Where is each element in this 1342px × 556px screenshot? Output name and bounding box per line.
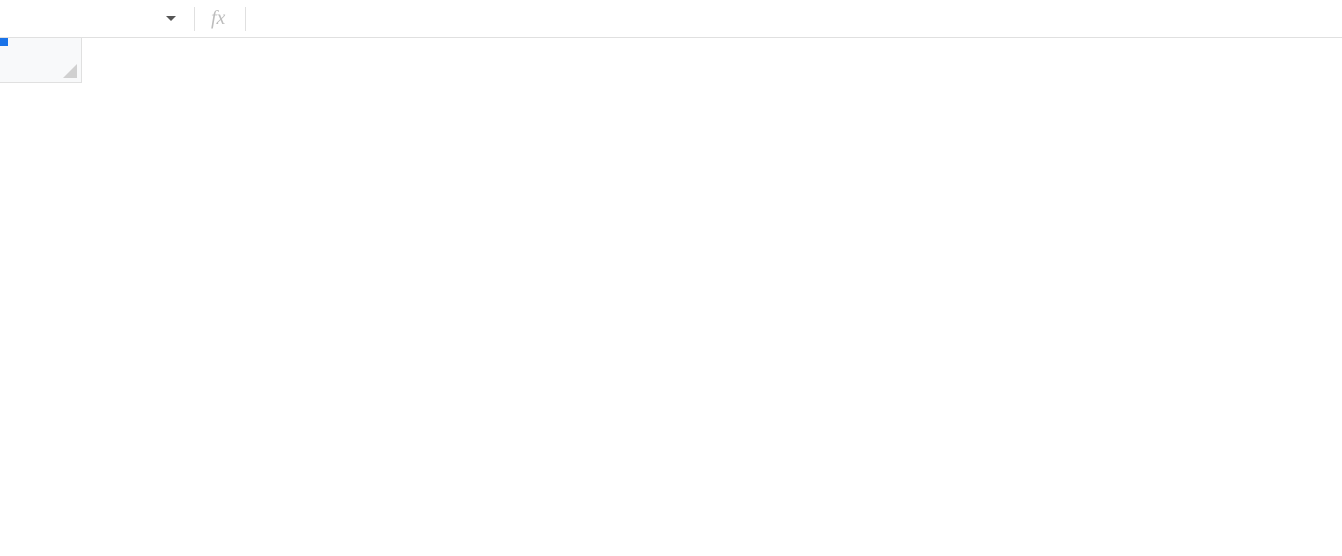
chevron-down-icon[interactable]: [166, 16, 176, 21]
divider: [194, 7, 195, 31]
divider: [245, 7, 246, 31]
name-box-container[interactable]: [8, 16, 188, 21]
fx-icon: fx: [201, 7, 239, 30]
formula-bar: fx: [0, 0, 1342, 38]
select-all-corner[interactable]: [0, 38, 82, 83]
fill-handle[interactable]: [0, 38, 8, 46]
